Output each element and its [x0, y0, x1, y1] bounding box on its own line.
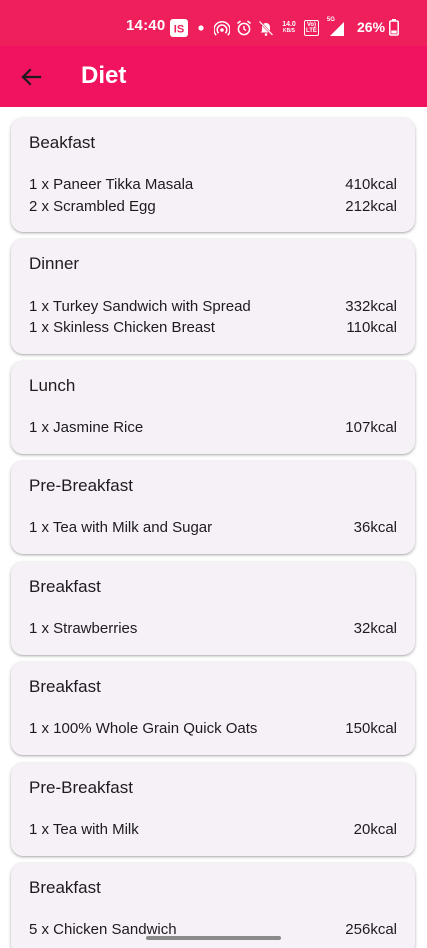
meal-title: Pre-Breakfast	[29, 476, 133, 495]
food-name: 1 x Jasmine Rice	[29, 419, 144, 436]
speed-unit: KB/S	[283, 28, 295, 34]
meal-card[interactable]: Breakfast 1 x 100% Whole Grain Quick Oat…	[11, 662, 415, 755]
gesture-nav-handle[interactable]	[146, 936, 281, 940]
alarm-icon	[237, 20, 251, 36]
food-item: 1 x Skinless Chicken Breast 110kcal	[29, 319, 397, 341]
food-kcal: 150kcal	[345, 720, 397, 737]
meal-title: Breakfast	[29, 878, 101, 897]
network-speed: 14.0 KB/S	[280, 21, 298, 35]
food-item: 1 x Tea with Milk and Sugar 36kcal	[29, 519, 397, 541]
food-item: 1 x Turkey Sandwich with Spread 332kcal	[29, 298, 397, 320]
food-kcal: 20kcal	[353, 821, 397, 838]
food-name: 1 x Turkey Sandwich with Spread	[29, 298, 251, 315]
food-kcal: 256kcal	[345, 921, 397, 938]
status-icons: IS 14.0 KB/S Vo) LTE 5G	[170, 16, 345, 40]
is-app-icon: IS	[170, 19, 188, 37]
food-name: 1 x Tea with Milk	[29, 821, 139, 838]
food-name: 1 x Skinless Chicken Breast	[29, 319, 215, 336]
app-bar: Diet	[0, 46, 427, 107]
food-kcal: 332kcal	[345, 298, 397, 315]
battery-percent: 26%	[357, 19, 386, 35]
meal-title: Lunch	[29, 376, 76, 395]
signal-group: 5G	[325, 17, 345, 37]
food-item: 1 x Tea with Milk 20kcal	[29, 821, 397, 843]
page-title: Diet	[81, 62, 127, 89]
food-name: 1 x 100% Whole Grain Quick Oats	[29, 720, 258, 737]
meal-card[interactable]: Beakfast 1 x Paneer Tikka Masala 410kcal…	[11, 118, 415, 232]
food-name: 1 x Tea with Milk and Sugar	[29, 519, 213, 536]
food-name: 1 x Paneer Tikka Masala	[29, 176, 194, 193]
meal-card[interactable]: Dinner 1 x Turkey Sandwich with Spread 3…	[11, 239, 415, 354]
meal-card[interactable]: Pre-Breakfast 1 x Tea with Milk 20kcal	[11, 763, 415, 856]
food-kcal: 212kcal	[345, 198, 397, 215]
battery-icon	[389, 19, 399, 36]
food-kcal: 107kcal	[345, 419, 397, 436]
food-item: 1 x Paneer Tikka Masala 410kcal	[29, 176, 397, 198]
signal-icon	[329, 22, 344, 36]
hotspot-icon	[214, 20, 230, 36]
status-time: 14:40	[126, 17, 166, 34]
arrow-left-icon	[21, 68, 42, 86]
meal-list[interactable]: Beakfast 1 x Paneer Tikka Masala 410kcal…	[0, 107, 427, 948]
meal-title: Beakfast	[29, 133, 96, 152]
mute-icon	[258, 20, 274, 36]
food-kcal: 32kcal	[353, 620, 397, 637]
meal-title: Dinner	[29, 254, 80, 273]
meal-title: Breakfast	[29, 677, 101, 696]
status-bar: 14:40 IS 14.0 KB/S Vo) LTE 5G 26%	[0, 0, 427, 46]
food-item: 1 x Strawberries 32kcal	[29, 620, 397, 642]
meal-card[interactable]: Pre-Breakfast 1 x Tea with Milk and Suga…	[11, 461, 415, 554]
meal-card[interactable]: Lunch 1 x Jasmine Rice 107kcal	[11, 361, 415, 454]
meal-title: Pre-Breakfast	[29, 778, 133, 797]
food-kcal: 36kcal	[353, 519, 397, 536]
dot-icon	[198, 25, 204, 31]
back-button[interactable]	[14, 60, 48, 94]
food-name: 1 x Strawberries	[29, 620, 138, 637]
volte-badge: Vo) LTE	[304, 20, 319, 36]
food-kcal: 110kcal	[346, 319, 397, 336]
volte-bottom: LTE	[306, 28, 317, 34]
food-item: 2 x Scrambled Egg 212kcal	[29, 198, 397, 220]
svg-text:IS: IS	[174, 24, 184, 36]
meal-card[interactable]: Breakfast 1 x Strawberries 32kcal	[11, 562, 415, 655]
food-item: 1 x 100% Whole Grain Quick Oats 150kcal	[29, 720, 397, 742]
meal-title: Breakfast	[29, 577, 101, 596]
food-name: 2 x Scrambled Egg	[29, 198, 156, 215]
food-kcal: 410kcal	[345, 176, 397, 193]
speed-value: 14.0	[282, 21, 296, 28]
food-item: 1 x Jasmine Rice 107kcal	[29, 419, 397, 441]
